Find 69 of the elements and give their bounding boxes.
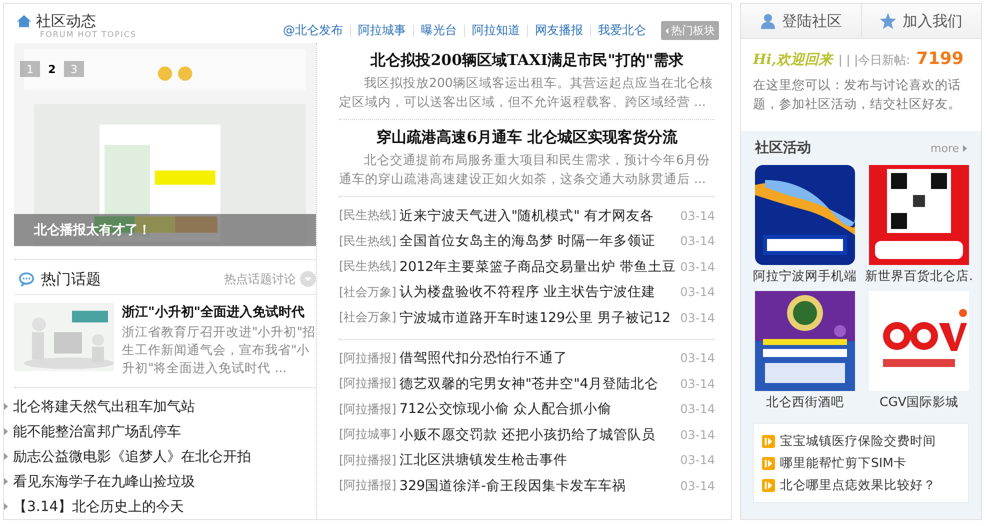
news-date: 03-14 bbox=[680, 310, 715, 325]
slide-caption: 北仑播报太有才了！ bbox=[32, 222, 151, 239]
news-date: 03-14 bbox=[680, 351, 715, 366]
news-link[interactable]: 712公交惊现小偷 众人配合抓小偷 bbox=[399, 400, 676, 418]
topic-link[interactable]: 北仑将建天然气出租车加气站 bbox=[13, 398, 195, 416]
news-date: 03-14 bbox=[680, 260, 715, 274]
news-date: 03-14 bbox=[680, 453, 715, 468]
news-category[interactable]: [阿拉播报] bbox=[339, 400, 396, 418]
nav-link[interactable]: 阿拉知道 bbox=[472, 22, 520, 39]
topic-link[interactable]: 能不能整治富邦广场乱停车 bbox=[13, 422, 181, 440]
news-date: 03-14 bbox=[680, 234, 715, 248]
nav-link[interactable]: 网友播报 bbox=[535, 22, 583, 39]
question-link[interactable]: 宝宝城镇医疗保险交费时间 bbox=[780, 432, 936, 450]
news-category[interactable]: [阿拉播报] bbox=[339, 350, 396, 367]
news-date: 03-14 bbox=[680, 208, 715, 223]
slide-number[interactable]: 2 bbox=[42, 61, 62, 77]
news-category[interactable]: [民生热线] bbox=[339, 258, 396, 276]
headline-summary: 北仑交通提前布局服务重大项目和民生需求，预计今年6月份通车的穿山疏港高速建设正如火如荼，这条交通大动脉贯通后 ... bbox=[339, 151, 711, 188]
question-link[interactable]: 哪里能帮忙剪下SIM卡 bbox=[780, 454, 906, 472]
news-link[interactable]: 小贩不愿交罚款 还把小孩扔给了城管队员 bbox=[399, 426, 676, 444]
news-category[interactable]: [民生热线] bbox=[339, 207, 396, 224]
news-link[interactable]: 德艺双馨的宅男女神"苍井空"4月登陆北仑 bbox=[399, 374, 676, 393]
topic-link[interactable]: 【3.14】北仑历史上的今天 bbox=[13, 498, 184, 516]
news-category[interactable]: [阿拉播报] bbox=[339, 375, 396, 392]
greeting: Hi,欢迎回来 bbox=[753, 51, 832, 69]
new-posts-label: | | |今日新帖: bbox=[838, 52, 910, 69]
activity-link[interactable]: 阿拉宁波网手机端 bbox=[753, 265, 857, 287]
news-date: 03-14 bbox=[680, 478, 715, 493]
nav-link[interactable]: 我爱北仑 bbox=[598, 22, 646, 39]
nav-link[interactable]: @北仑发布 bbox=[283, 22, 343, 39]
news-link[interactable]: 江北区洪塘镇发生枪击事件 bbox=[399, 451, 676, 470]
activity-link[interactable]: 北仑西街酒吧 bbox=[766, 391, 844, 413]
news-category[interactable]: [社会万象] bbox=[339, 284, 396, 301]
headline[interactable]: 北仑拟投200辆区域TAXI满足市民"打的"需求 bbox=[339, 47, 715, 73]
sidebar-tab[interactable]: 登陆社区 bbox=[741, 4, 862, 38]
section-title: 热门话题 bbox=[41, 270, 101, 288]
news-category[interactable]: [民生热线] bbox=[339, 232, 396, 250]
activity-link[interactable]: 新世界百货北仑店. bbox=[865, 265, 973, 287]
news-category[interactable]: [阿拉播报] bbox=[339, 477, 396, 494]
topic-link[interactable]: 励志公益微电影《追梦人》在北仑开拍 bbox=[13, 448, 251, 466]
news-date: 03-14 bbox=[680, 285, 715, 300]
news-link[interactable]: 近来宁波天气进入"随机模式" 有才网友各 bbox=[399, 206, 676, 225]
topic-link[interactable]: 看见东海学子在九峰山捡垃圾 bbox=[13, 472, 195, 490]
news-category[interactable]: [社会万象] bbox=[339, 309, 396, 326]
news-link[interactable]: 全国首位女岛主的海岛梦 时隔一年多领证 bbox=[399, 232, 676, 250]
sidebar-tab[interactable]: 加入我们 bbox=[862, 4, 981, 38]
section-title: 社区活动 bbox=[755, 139, 811, 157]
news-link[interactable]: 宁波城市道路开车时速129公里 男子被记12 bbox=[399, 308, 676, 327]
topic-summary: 浙江省教育厅召开改进"小升初"招生工作新闻通气会，宣布我省"小升初"将全面进入免试时代 ... bbox=[122, 323, 316, 377]
news-link[interactable]: 认为楼盘验收不符程序 业主状告宁波住建 bbox=[399, 283, 676, 302]
headline-summary: 我区拟投放200辆区域客运出租车。其营运起点应当在北仑核定区域内，可以送客出区域，但不允许返程载客、跨区域经营 ... bbox=[339, 74, 714, 111]
news-category[interactable]: [阿拉城事] bbox=[339, 426, 396, 444]
question-link[interactable]: 北仑哪里点痣效果比较好？ bbox=[780, 476, 936, 494]
news-link[interactable]: 329国道徐洋-俞王段因集卡发车车祸 bbox=[399, 476, 676, 495]
nav-link[interactable]: 阿拉城事 bbox=[358, 22, 406, 39]
news-category[interactable]: [阿拉播报] bbox=[339, 452, 396, 469]
news-date: 03-14 bbox=[680, 402, 715, 416]
news-link[interactable]: 2012年主要菜篮子商品交易量出炉 带鱼土豆 bbox=[399, 258, 676, 276]
new-posts-count: 7199 bbox=[916, 49, 964, 69]
section-subtitle: FORUM HOT TOPICS bbox=[39, 30, 137, 40]
topic-title[interactable]: 浙江"小升初"全面进入免试时代 bbox=[122, 303, 316, 323]
news-date: 03-14 bbox=[680, 376, 715, 391]
news-date: 03-14 bbox=[680, 428, 715, 442]
headline[interactable]: 穿山疏港高速6月通车 北仑城区实现客货分流 bbox=[339, 124, 715, 150]
news-link[interactable]: 借驾照代扣分恐怕行不通了 bbox=[399, 349, 676, 368]
nav-link[interactable]: 曝光台 bbox=[421, 22, 457, 39]
intro-text: 在这里您可以：发布与讨论喜欢的话题，参加社区活动，结交社区好友。 bbox=[753, 76, 962, 113]
activity-link[interactable]: CGV国际影城 bbox=[880, 391, 958, 413]
section-title: 社区动态 bbox=[36, 12, 96, 30]
